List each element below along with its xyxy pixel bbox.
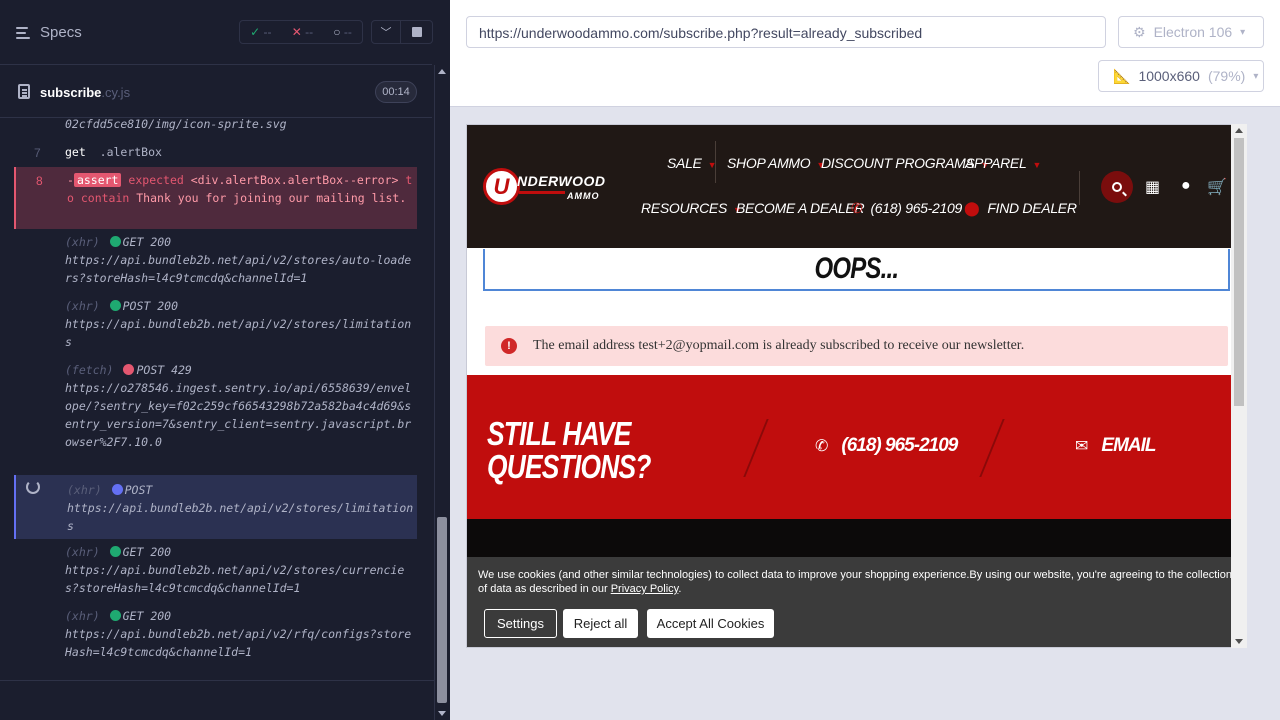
chevron-down-icon: ▼ <box>1032 160 1042 170</box>
browser-selector[interactable]: ⚙ Electron 106 ▾ <box>1118 16 1264 48</box>
nav-phone[interactable]: ✆ (618) 965-2109 <box>851 200 962 217</box>
account-icon[interactable]: ● <box>1181 177 1191 195</box>
status-dot-icon <box>123 364 135 375</box>
failed-stat: ✕ -- <box>291 25 314 39</box>
chevron-down-icon: ▾ <box>1253 70 1259 82</box>
spec-file-row[interactable]: subscribe.cy.js 00:14 <box>0 66 432 118</box>
command-log[interactable]: 02cfdd5ce810/img/icon-sprite.svg 7 get .… <box>14 119 417 667</box>
command-xhr-pending[interactable]: (xhr) POST https://api.bundleb2b.net/api/v… <box>14 475 417 539</box>
loading-spinner-icon <box>26 480 40 494</box>
divider <box>743 419 769 477</box>
stop-button[interactable] <box>401 20 433 44</box>
collapse-button[interactable]: ﹀ <box>371 20 401 44</box>
scroll-up-icon <box>438 69 446 74</box>
scroll-down-icon <box>1235 639 1243 644</box>
privacy-policy-link[interactable]: Privacy Policy <box>611 583 679 595</box>
scrollbar-thumb <box>437 517 447 703</box>
status-dot-icon <box>109 546 121 557</box>
spec-duration: 00:14 <box>375 81 417 103</box>
spec-file-name: subscribe.cy.js <box>40 85 131 100</box>
phone-icon: ✆ <box>851 200 863 216</box>
divider <box>979 419 1005 477</box>
location-pin-icon: ⬤ <box>964 200 980 216</box>
specs-toggle[interactable]: Specs <box>16 24 82 41</box>
nav-sale[interactable]: SALE ▼ <box>667 155 717 171</box>
search-icon <box>1112 182 1122 192</box>
status-dot-icon <box>111 484 123 495</box>
aut-url-bar[interactable]: https://underwoodammo.com/subscribe.php?… <box>466 16 1106 48</box>
ruler-icon: 📐 <box>1113 67 1131 84</box>
aut-panel: https://underwoodammo.com/subscribe.php?… <box>450 0 1280 720</box>
alert-box-error: ! The email address test+2@yopmail.com i… <box>485 326 1228 366</box>
command-get[interactable]: 7 get .alertBox <box>14 142 417 164</box>
error-icon: ! <box>501 338 517 354</box>
chevron-down-icon: ▾ <box>1240 26 1246 38</box>
nav-resources[interactable]: RESOURCES ▼ <box>641 200 742 216</box>
scrollbar-thumb <box>1234 138 1244 406</box>
specs-title: Specs <box>40 24 82 41</box>
nav-discount-programs[interactable]: DISCOUNT PROGRAMS ▼ <box>821 155 989 171</box>
contact-banner: STILL HAVE QUESTIONS? ✆ (618) 965-2109 ✉ E… <box>467 375 1246 519</box>
aut-scrollbar[interactable] <box>1231 124 1247 648</box>
contact-banner-title: STILL HAVE QUESTIONS? <box>487 415 651 485</box>
chevron-down-icon: ﹀ <box>380 27 392 39</box>
page-heading-box: OOPS... <box>483 249 1230 291</box>
stop-icon <box>411 27 422 37</box>
aut-iframe: U NDERWOOD AMMO SALE ▼ SHOP AMMO ▼ DISCOUN… <box>466 124 1247 648</box>
status-dot-icon <box>109 236 121 247</box>
assert-badge: assert <box>73 173 122 187</box>
nav-apparel[interactable]: APPAREL ▼ <box>965 155 1041 171</box>
status-dot-icon <box>109 300 121 311</box>
passed-stat: ✓ -- <box>250 25 272 39</box>
reject-cookies-button[interactable]: Reject all <box>563 609 638 638</box>
cookie-settings-button[interactable]: Settings <box>484 609 557 638</box>
phone-icon: ✆ <box>815 438 828 455</box>
cart-icon[interactable]: 🛒 <box>1207 177 1227 197</box>
nav-become-dealer[interactable]: BECOME A DEALER <box>736 200 865 216</box>
document-icon <box>18 84 30 99</box>
check-icon: ✓ <box>250 25 261 39</box>
cypress-reporter: Specs ✓ -- ✕ -- ○ -- ﹀ subscribe.cy.js 0… <box>0 0 450 720</box>
pending-stat: ○ -- <box>333 25 352 39</box>
reporter-scrollbar[interactable] <box>434 65 450 720</box>
command-url-tail: 02cfdd5ce810/img/icon-sprite.svg <box>65 119 287 131</box>
browser-icon: ⚙ <box>1133 23 1146 40</box>
menu-icon <box>16 26 32 39</box>
contact-email-link[interactable]: ✉ EMAIL <box>1075 435 1157 457</box>
x-icon: ✕ <box>291 25 302 39</box>
accept-cookies-button[interactable]: Accept All Cookies <box>647 609 774 638</box>
divider <box>715 141 716 183</box>
command-assert-failed[interactable]: 8 - assert expected <div.alertBox.alertBo… <box>14 167 417 229</box>
contact-phone-link[interactable]: ✆ (618) 965-2109 <box>815 435 958 457</box>
reporter-header: Specs ✓ -- ✕ -- ○ -- ﹀ <box>0 0 433 65</box>
divider <box>0 680 434 681</box>
nav-shop-ammo[interactable]: SHOP AMMO ▼ <box>727 155 825 171</box>
search-button[interactable] <box>1101 171 1133 203</box>
scroll-up-icon <box>1235 128 1243 133</box>
underwood-logo[interactable]: U NDERWOOD AMMO <box>483 165 613 209</box>
page-title: OOPS... <box>814 252 900 285</box>
divider <box>1079 171 1080 205</box>
site-header: U NDERWOOD AMMO SALE ▼ SHOP AMMO ▼ DISCOUN… <box>467 125 1246 248</box>
test-stats: ✓ -- ✕ -- ○ -- <box>239 20 363 44</box>
cookie-banner: We use cookies (and other similar techno… <box>467 557 1246 647</box>
status-dot-icon <box>109 610 121 621</box>
viewport-selector[interactable]: 📐 1000x660 (79%) ▾ <box>1098 60 1264 92</box>
cookie-message: We use cookies (and other similar techno… <box>478 569 1232 595</box>
scroll-down-icon <box>438 711 446 716</box>
mail-icon: ✉ <box>1075 438 1088 455</box>
alert-message: The email address test+2@yopmail.com is … <box>533 338 1025 353</box>
nav-find-dealer[interactable]: ⬤ FIND DEALER <box>964 200 1077 217</box>
aut-toolbar: https://underwoodammo.com/subscribe.php?… <box>450 0 1280 107</box>
compare-icon[interactable]: ▦ <box>1145 177 1160 197</box>
pending-icon: ○ <box>333 25 341 39</box>
